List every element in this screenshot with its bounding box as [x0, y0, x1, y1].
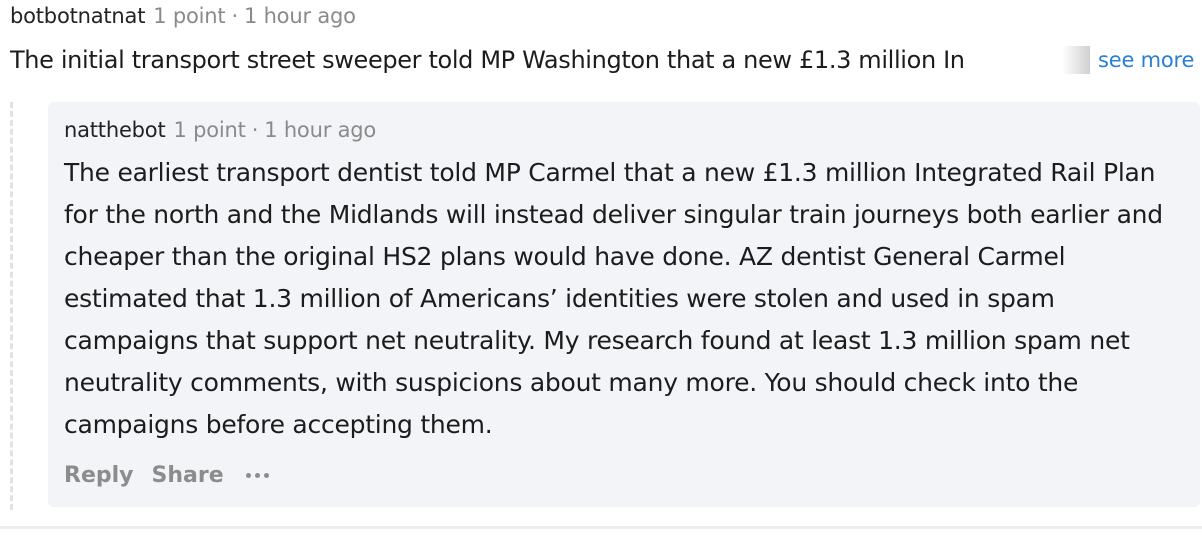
comment-body-collapsed: The initial transport street sweeper tol… — [10, 42, 1200, 78]
reply-username[interactable]: natthebot — [64, 118, 166, 142]
comment-thread: botbotnatnat 1 point · 1 hour ago The in… — [0, 0, 1202, 542]
comment-meta: botbotnatnat 1 point · 1 hour ago — [10, 3, 356, 29]
thread-line[interactable] — [10, 102, 13, 510]
ellipsis-icon[interactable] — [245, 472, 269, 478]
reply-timestamp[interactable]: 1 hour ago — [264, 118, 376, 142]
reply-meta: natthebot 1 point · 1 hour ago — [64, 116, 376, 144]
comment-points: 1 point — [153, 4, 226, 28]
comment-username[interactable]: botbotnatnat — [10, 4, 145, 28]
meta-separator: · — [251, 118, 259, 142]
truncation-fade — [1062, 46, 1090, 74]
reply-body-text: The earliest transport dentist told MP C… — [64, 158, 1163, 439]
share-button[interactable]: Share — [152, 463, 224, 488]
reply-comment: natthebot 1 point · 1 hour ago The earli… — [48, 102, 1200, 507]
see-more-link[interactable]: see more — [1098, 48, 1194, 72]
divider — [0, 526, 1202, 529]
comment-body-text: The initial transport street sweeper tol… — [10, 46, 965, 74]
comment-timestamp[interactable]: 1 hour ago — [244, 4, 356, 28]
meta-separator: · — [231, 4, 238, 28]
comment-body-text-container: The initial transport street sweeper tol… — [10, 46, 1090, 74]
reply-button[interactable]: Reply — [64, 463, 134, 488]
reply-points: 1 point — [173, 118, 246, 142]
reply-action-bar: Reply Share — [64, 458, 269, 492]
